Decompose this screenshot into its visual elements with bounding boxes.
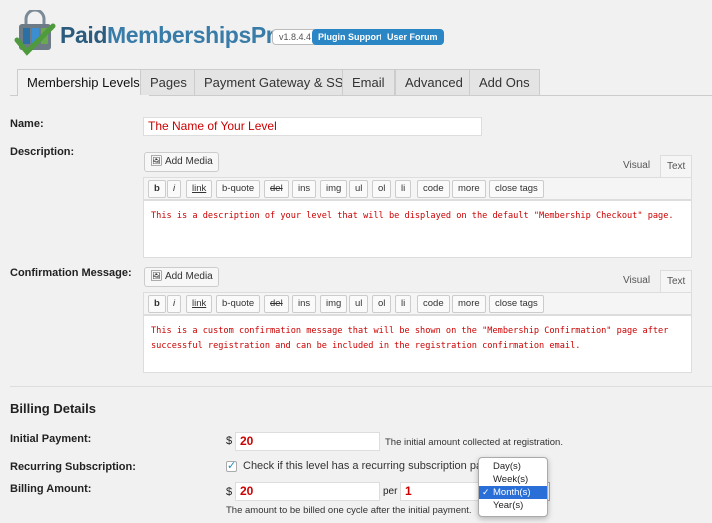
qt-ul-button[interactable]: ul [349,295,369,313]
qt-bold-button[interactable]: b [148,295,166,313]
brand-name: PaidMembershipsPro [60,22,288,48]
tab-text[interactable]: Text [660,155,693,177]
confirmation-label: Confirmation Message: [10,267,132,279]
tab-pages[interactable]: Pages [140,69,197,95]
billing-details-title: Billing Details [10,401,96,416]
user-forum-button[interactable]: User Forum [381,29,444,45]
qt-bold-button[interactable]: b [148,180,166,198]
plugin-support-button[interactable]: Plugin Support [312,29,389,45]
qt-li-button[interactable]: li [395,295,412,313]
confirmation-editor[interactable]: This is a custom confirmation message th… [143,315,692,373]
qt-img-button[interactable]: img [320,180,348,198]
qt-ol-button[interactable]: ol [372,180,392,198]
description-editor[interactable]: This is a description of your level that… [143,200,692,258]
period-dropdown-menu: Day(s) Week(s) Month(s) Year(s) [478,457,548,517]
qt-italic-button[interactable]: i [167,295,182,313]
add-media-label: Add Media [164,156,213,167]
add-media-button[interactable]: 🖼 Add Media [144,152,219,172]
qt-img-button[interactable]: img [320,295,348,313]
name-label: Name: [10,118,44,130]
qt-more-button[interactable]: more [452,295,486,313]
billing-amount-input[interactable]: 20 [235,482,380,501]
tab-visual-2[interactable]: Visual [617,270,656,292]
description-label: Description: [10,146,75,158]
qt-ins-button[interactable]: ins [292,295,317,313]
add-media-button-2[interactable]: 🖼 Add Media [144,267,219,287]
initial-payment-hint: The initial amount collected at registra… [385,437,563,448]
qt-ins-button[interactable]: ins [292,180,317,198]
qt-link-button[interactable]: link [186,180,213,198]
add-media-label: Add Media [164,271,213,282]
tab-email[interactable]: Email [342,69,395,95]
currency-symbol-2: $ [226,486,233,498]
qt-close-tags-button[interactable]: close tags [489,180,544,198]
qt-code-button[interactable]: code [417,180,450,198]
currency-symbol: $ [226,435,233,447]
qt-ol-button[interactable]: ol [372,295,392,313]
qt-del-button[interactable]: del [264,180,289,198]
recurring-description: Check if this level has a recurring subs… [243,460,497,472]
logo-icon [14,8,56,58]
section-divider [10,386,712,387]
per-label: per [383,486,398,497]
qt-italic-button[interactable]: i [167,180,182,198]
qt-bquote-button[interactable]: b-quote [216,180,261,198]
period-option-month[interactable]: Month(s) [479,486,547,499]
level-name-input[interactable]: The Name of Your Level [143,117,482,136]
add-media-icon: 🖼 [150,271,163,282]
period-option-year[interactable]: Year(s) [479,499,547,512]
billing-amount-hint: The amount to be billed one cycle after … [226,505,472,516]
qt-del-button[interactable]: del [264,295,289,313]
qt-code-button[interactable]: code [417,295,450,313]
tab-membership-levels[interactable]: Membership Levels [17,69,150,96]
qt-bquote-button[interactable]: b-quote [216,295,261,313]
qt-more-button[interactable]: more [452,180,486,198]
add-media-icon: 🖼 [150,156,163,167]
billing-amount-label: Billing Amount: [10,483,92,495]
initial-payment-input[interactable]: 20 [235,432,380,451]
period-option-week[interactable]: Week(s) [479,473,547,486]
recurring-checkbox[interactable] [226,459,237,472]
tab-payment-gateway[interactable]: Payment Gateway & SSL [194,69,361,95]
tab-text-2[interactable]: Text [660,270,693,292]
qt-link-button[interactable]: link [186,295,213,313]
initial-payment-label: Initial Payment: [10,433,92,445]
tab-visual[interactable]: Visual [617,155,656,177]
tab-add-ons[interactable]: Add Ons [469,69,540,95]
qt-li-button[interactable]: li [395,180,412,198]
tab-advanced[interactable]: Advanced [395,69,473,95]
qt-close-tags-button[interactable]: close tags [489,295,544,313]
recurring-subscription-label: Recurring Subscription: [10,461,136,473]
period-option-day[interactable]: Day(s) [479,460,547,473]
cycle-number-input[interactable]: 1 [400,482,480,501]
qt-ul-button[interactable]: ul [349,180,369,198]
